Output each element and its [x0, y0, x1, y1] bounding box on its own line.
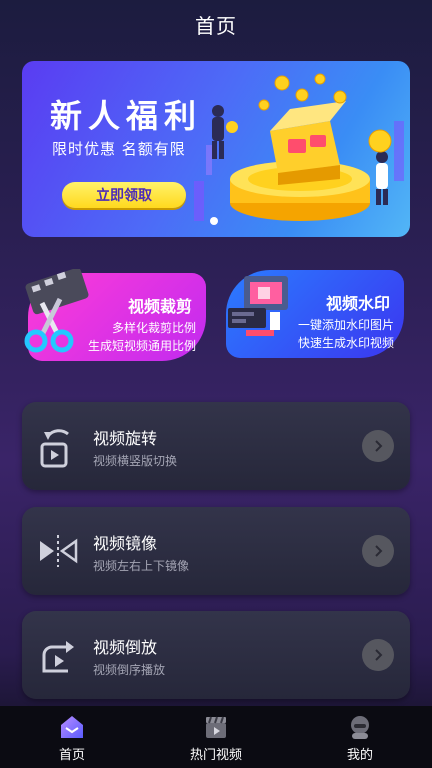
chevron-right-icon[interactable] [362, 430, 394, 462]
crop-desc-line2: 生成短视频通用比例 [87, 339, 196, 353]
watermark-desc-line1: 一键添加水印图片 [297, 318, 394, 332]
tab-profile[interactable]: 我的 [305, 714, 415, 763]
video-rotate-item[interactable]: 视频旋转 视频横竖版切换 [22, 402, 410, 490]
chevron-right-icon[interactable] [362, 639, 394, 671]
rotate-video-icon [40, 429, 69, 468]
chevron-right-icon[interactable] [362, 535, 394, 567]
tab-profile-label: 我的 [346, 748, 373, 763]
page-title: 首页 [195, 13, 237, 38]
video-mirror-item[interactable]: 视频镜像 视频左右上下镜像 [22, 507, 410, 595]
claim-now-button[interactable]: 立即领取 [62, 182, 186, 208]
watermark-desc-line2: 快速生成水印视频 [297, 336, 394, 350]
banner-headline: 新人福利 [50, 97, 203, 135]
banner-pagination [210, 217, 218, 225]
crop-desc-line1: 多样化裁剪比例 [111, 321, 196, 335]
gift-coins-illustration [194, 73, 404, 221]
pagination-dot-active [210, 217, 218, 225]
video-watermark-card[interactable]: 视频水印 一键添加水印图片 快速生成水印视频 [226, 270, 404, 358]
reverse-subtitle: 视频倒序播放 [93, 663, 166, 677]
home-icon [61, 716, 83, 738]
tab-home[interactable]: 首页 [17, 714, 127, 763]
bottom-tab-bar: 首页 热门视频 我的 [0, 706, 432, 768]
mirror-subtitle: 视频左右上下镜像 [93, 559, 190, 573]
scissors-film-icon [24, 269, 89, 353]
profile-icon [351, 716, 369, 739]
clapperboard-icon [206, 716, 226, 738]
video-crop-card[interactable]: 视频裁剪 多样化裁剪比例 生成短视频通用比例 [24, 269, 206, 361]
crop-title: 视频裁剪 [127, 297, 192, 316]
tab-hot-videos-label: 热门视频 [189, 748, 242, 763]
page-header: 首页 [0, 0, 432, 48]
rotate-subtitle: 视频横竖版切换 [93, 454, 178, 468]
promo-banner[interactable]: 新人福利 限时优惠 名额有限 立即领取 [22, 61, 410, 237]
tab-hot-videos[interactable]: 热门视频 [161, 714, 271, 763]
mirror-title: 视频镜像 [93, 534, 158, 553]
watermark-screen-icon [228, 276, 288, 336]
mirror-icon [40, 535, 78, 567]
reverse-play-icon [42, 641, 74, 673]
reverse-title: 视频倒放 [93, 638, 158, 657]
banner-subline: 限时优惠 名额有限 [52, 140, 186, 158]
rotate-title: 视频旋转 [93, 429, 158, 448]
watermark-title: 视频水印 [325, 294, 390, 313]
video-reverse-item[interactable]: 视频倒放 视频倒序播放 [22, 611, 410, 699]
tab-home-label: 首页 [58, 748, 85, 763]
